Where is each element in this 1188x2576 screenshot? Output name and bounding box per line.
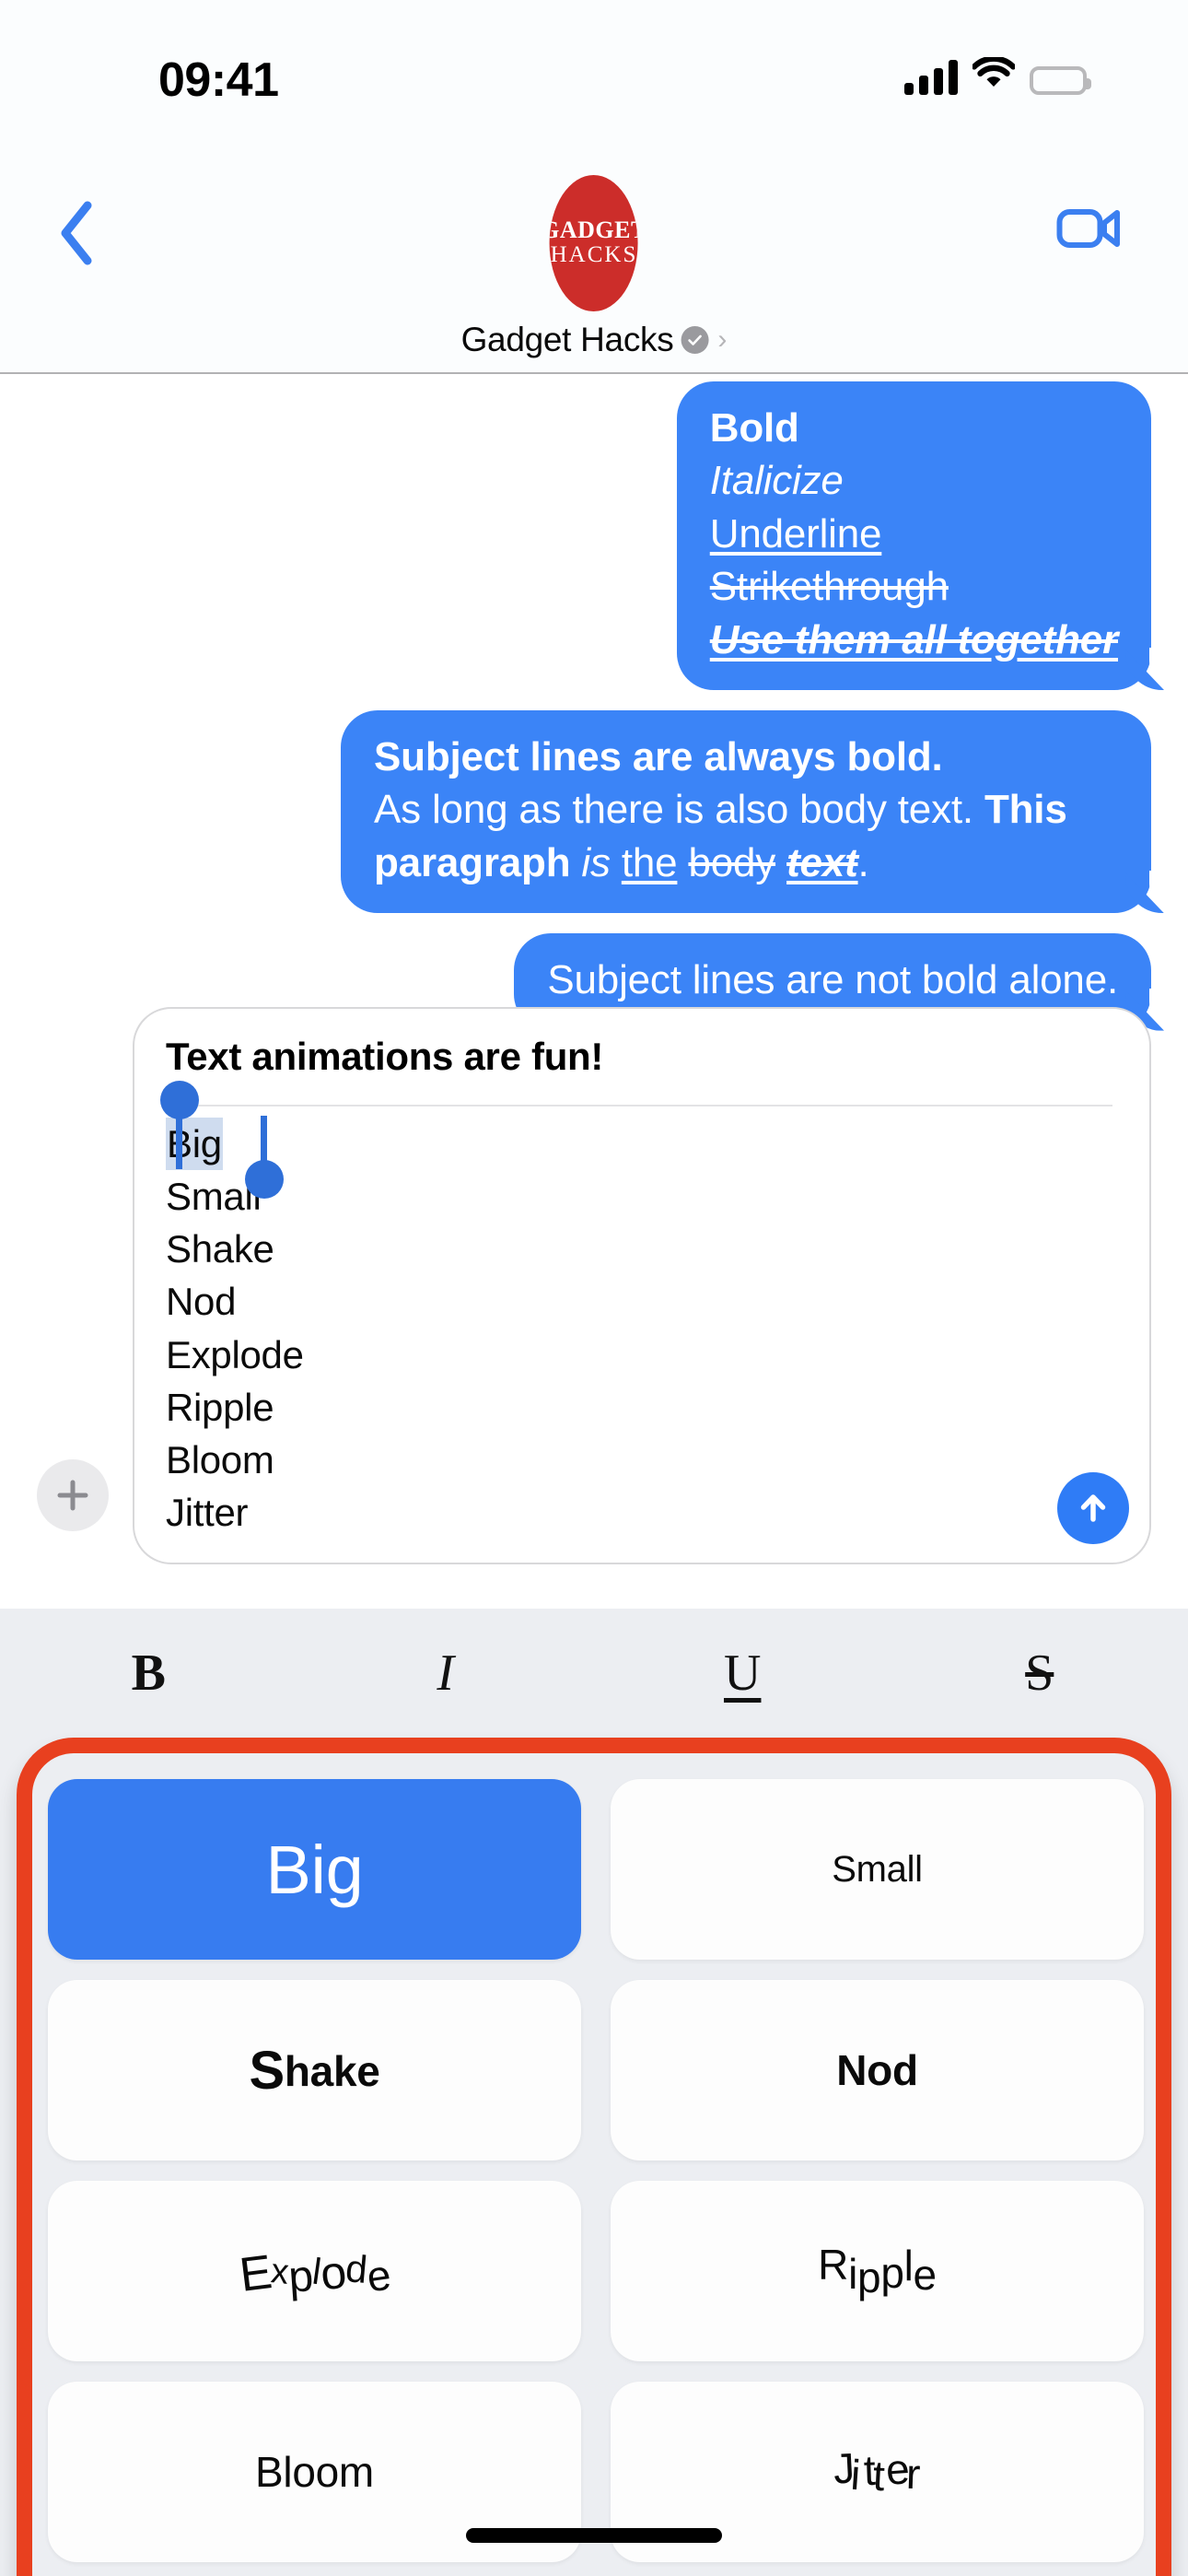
avatar-logo-line1: GADGET <box>549 216 638 243</box>
body-line[interactable]: Jitter <box>166 1486 1118 1539</box>
message-input-field[interactable]: Text animations are fun! Big Small Shake… <box>133 1006 1151 1564</box>
contact-name: Gadget Hacks <box>460 321 674 358</box>
add-attachment-button[interactable] <box>37 1459 109 1531</box>
message-bubble-subject-with-body[interactable]: Subject lines are always bold. As long a… <box>341 710 1179 914</box>
animation-label: Nod <box>836 2046 918 2094</box>
signal-bars-icon <box>904 60 958 95</box>
text-style-toolbar: B I U S <box>0 1609 1188 1738</box>
message-row: Bold Italicize Underline Strikethrough U… <box>37 381 1179 691</box>
body-run <box>775 840 786 885</box>
video-camera-icon <box>1056 205 1123 257</box>
animation-label: Small <box>832 1848 923 1890</box>
status-bar: 09:41 <box>0 0 1188 155</box>
plus-icon <box>54 1477 91 1514</box>
body-run <box>611 840 622 885</box>
message-body: As long as there is also body text. This… <box>374 783 1118 889</box>
animation-option-big[interactable]: Big <box>48 1779 581 1960</box>
body-line[interactable]: Bloom <box>166 1434 1118 1486</box>
animation-label: Big <box>265 1831 364 1908</box>
text-animation-grid: Big Small Shake Nod Explode Ripple Bloom… <box>48 1779 1144 2562</box>
body-line[interactable]: Explode <box>166 1329 1118 1381</box>
bold-style-button[interactable]: B <box>0 1609 297 1738</box>
message-line: Italicize <box>709 458 844 504</box>
body-line[interactable]: Shake <box>166 1223 1118 1275</box>
body-line[interactable]: Ripple <box>166 1381 1118 1434</box>
animation-option-shake[interactable]: Shake <box>48 1980 581 2160</box>
message-bubble-formatting-demo[interactable]: Bold Italicize Underline Strikethrough U… <box>676 381 1179 691</box>
animation-label: Jitter <box>832 2443 922 2500</box>
text-effects-panel: B I U S Big Small Shake Nod Explode Ripp… <box>0 1609 1188 2576</box>
home-indicator <box>466 2528 722 2543</box>
body-line[interactable]: Nod <box>166 1275 1118 1328</box>
facetime-button[interactable] <box>1048 193 1131 267</box>
wifi-icon <box>971 55 1017 95</box>
conversation-header: GADGET HACKS Gadget Hacks › <box>0 155 1188 374</box>
animation-label: Shake <box>249 2040 380 2101</box>
animation-label: Ripple <box>818 2241 937 2301</box>
send-button[interactable] <box>1057 1472 1129 1544</box>
message-row: Subject lines are always bold. As long a… <box>37 710 1179 914</box>
back-chevron-icon <box>58 200 97 266</box>
message-line: Use them all together <box>709 616 1118 662</box>
back-button[interactable] <box>41 196 114 270</box>
body-run: body <box>688 839 776 885</box>
message-line: Underline <box>709 510 882 556</box>
send-arrow-up-icon <box>1073 1488 1113 1528</box>
animation-option-ripple[interactable]: Ripple <box>611 2181 1144 2361</box>
body-line[interactable]: Small <box>166 1170 1118 1223</box>
body-run: text <box>786 839 858 885</box>
message-line: Strikethrough <box>709 564 949 610</box>
body-run <box>677 840 688 885</box>
message-subject: Subject lines are always bold. <box>374 734 943 780</box>
animation-label: Bloom <box>255 2448 374 2496</box>
subject-divider <box>166 1105 1112 1107</box>
animation-option-explode[interactable]: Explode <box>48 2181 581 2361</box>
body-input[interactable]: Big Small Shake Nod Explode Ripple Bloom… <box>160 1081 1118 1539</box>
body-run: the <box>621 839 678 885</box>
body-run <box>570 840 581 885</box>
contact-name-row[interactable]: Gadget Hacks › <box>461 321 728 359</box>
body-line-selected[interactable]: Big <box>166 1118 223 1171</box>
italic-style-button[interactable]: I <box>297 1609 595 1738</box>
avatar-logo-line2: HACKS <box>550 241 638 267</box>
message-line: Subject lines are not bold alone. <box>547 957 1118 1003</box>
status-bar-time: 09:41 <box>158 53 279 107</box>
status-bar-icons <box>904 55 1091 95</box>
strikethrough-style-button[interactable]: S <box>891 1609 1188 1738</box>
body-run: is <box>581 839 611 885</box>
body-run: . <box>857 839 869 885</box>
underline-style-button[interactable]: U <box>594 1609 891 1738</box>
battery-full-icon <box>1030 66 1091 95</box>
messages-screen: 09:41 GADGE HACKS Gadget Hacks › Bold It… <box>0 0 1188 2576</box>
animation-option-small[interactable]: Small <box>611 1779 1144 1960</box>
message-line: Bold <box>709 405 799 451</box>
compose-bar: Text animations are fun! Big Small Shake… <box>0 1006 1188 1590</box>
body-run: As long as there is also body text. <box>374 787 984 833</box>
chevron-right-icon: › <box>717 324 728 355</box>
animation-label: Explode <box>236 2245 394 2302</box>
verified-checkmark-icon <box>681 326 709 354</box>
avatar: GADGET HACKS <box>549 175 638 311</box>
animation-option-nod[interactable]: Nod <box>611 1980 1144 2160</box>
subject-input[interactable]: Text animations are fun! <box>166 1035 1118 1079</box>
contact-identity[interactable]: GADGET HACKS Gadget Hacks › <box>461 175 728 359</box>
